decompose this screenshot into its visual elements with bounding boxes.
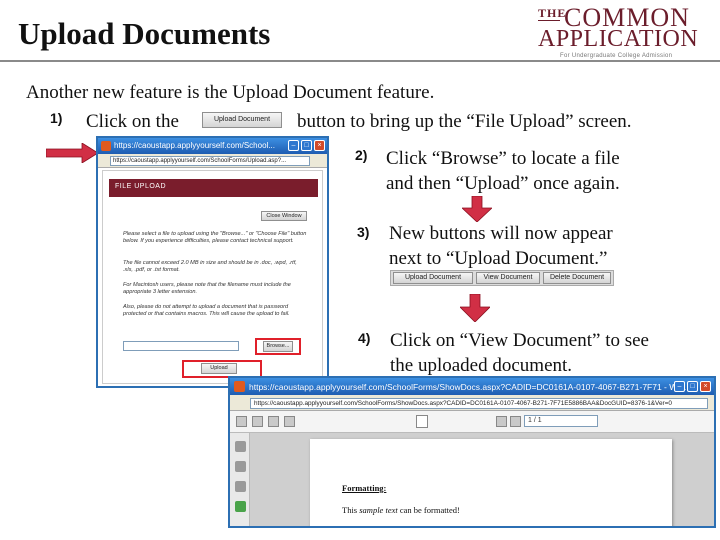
close-icon-2[interactable]: × xyxy=(700,381,711,392)
address-field-2[interactable]: https://caoustapp.applyyourself.com/Scho… xyxy=(250,398,708,409)
step4-line1: Click on “View Document” to see xyxy=(390,330,649,351)
view-document-window: https://caoustapp.applyyourself.com/Scho… xyxy=(228,376,716,528)
delete-document-button[interactable]: Delete Document xyxy=(543,272,611,284)
file-upload-window: https://caoustapp.applyyourself.com/Scho… xyxy=(96,136,329,388)
step3-line2: next to “Upload Document.” xyxy=(389,248,608,269)
document-heading: Formatting: xyxy=(342,483,387,493)
page-number-input[interactable]: 1 / 1 xyxy=(524,415,598,427)
document-text: This sample text can be formatted! xyxy=(342,505,460,515)
email-icon[interactable] xyxy=(268,416,279,427)
layers-icon[interactable] xyxy=(235,501,246,512)
common-app-logo: THE COMMON APPLICATION For Undergraduate… xyxy=(536,3,716,61)
upload-document-button-2[interactable]: Upload Document xyxy=(393,272,473,284)
pdf-sidebar xyxy=(230,433,250,526)
upload-password-note: Also, please do not attempt to upload a … xyxy=(123,304,290,317)
arrow-down-icon xyxy=(462,196,492,222)
step2-line2: and then “Upload” once again. xyxy=(386,173,620,194)
document-text-start: This xyxy=(342,505,360,515)
logo-the: THE xyxy=(538,6,567,20)
attachments-icon[interactable] xyxy=(235,461,246,472)
document-viewport: Formatting: This sample text can be form… xyxy=(250,433,714,526)
previous-page-icon[interactable] xyxy=(496,416,507,427)
window-title: https://caoustapp.applyyourself.com/Scho… xyxy=(114,141,275,150)
file-upload-header: FILE UPLOAD xyxy=(109,179,318,197)
pdf-toolbar: 1 / 1 xyxy=(230,411,714,433)
logo-rule xyxy=(538,20,560,21)
minimize-icon-2[interactable]: – xyxy=(674,381,685,392)
upload-document-button[interactable]: Upload Document xyxy=(202,112,282,128)
close-icon[interactable]: × xyxy=(314,140,325,151)
step3-line1: New buttons will now appear xyxy=(389,223,613,244)
arrow-right-icon xyxy=(46,143,98,163)
minimize-icon[interactable]: – xyxy=(288,140,299,151)
address-bar-2: https://caoustapp.applyyourself.com/Scho… xyxy=(230,395,714,411)
address-field[interactable]: https://caoustapp.applyyourself.com/Scho… xyxy=(110,156,310,166)
signatures-icon[interactable] xyxy=(235,481,246,492)
document-text-italic: sample text xyxy=(359,505,398,515)
upload-mac-note: For Macintosh users, please note that th… xyxy=(123,282,291,295)
window-titlebar-2: https://caoustapp.applyyourself.com/Scho… xyxy=(230,378,714,395)
print-icon[interactable] xyxy=(252,416,263,427)
browse-highlight xyxy=(255,338,301,355)
document-page: Formatting: This sample text can be form… xyxy=(310,439,672,526)
browser-favicon-icon-2 xyxy=(234,381,245,392)
upload-size-note: The file cannot exceed 2.0 MB in size an… xyxy=(123,260,297,273)
page-icon[interactable] xyxy=(416,415,428,428)
window-titlebar: https://caoustapp.applyyourself.com/Scho… xyxy=(98,138,327,154)
view-document-button[interactable]: View Document xyxy=(476,272,540,284)
window-title-2: https://caoustapp.applyyourself.com/Scho… xyxy=(249,382,687,392)
step2-number: 2) xyxy=(355,147,368,163)
close-window-button[interactable]: Close Window xyxy=(261,211,307,221)
step3-number: 3) xyxy=(357,224,370,240)
step1-number: 1) xyxy=(50,110,63,126)
maximize-icon-2[interactable]: □ xyxy=(687,381,698,392)
pages-icon[interactable] xyxy=(235,441,246,452)
document-button-row: Upload Document View Document Delete Doc… xyxy=(390,270,614,286)
address-bar: https://caoustapp.applyyourself.com/Scho… xyxy=(98,154,327,168)
next-page-icon[interactable] xyxy=(510,416,521,427)
document-text-end: can be formatted! xyxy=(397,505,460,515)
intro-text: Another new feature is the Upload Docume… xyxy=(26,82,435,103)
upload-instructions: Please select a file to upload using the… xyxy=(123,231,307,244)
file-upload-heading: FILE UPLOAD xyxy=(115,183,167,190)
arrow-down-icon-2 xyxy=(460,294,490,322)
step1-text-before: Click on the xyxy=(86,111,179,132)
page-title: Upload Documents xyxy=(18,16,271,51)
file-path-input[interactable] xyxy=(123,341,239,351)
step2-line1: Click “Browse” to locate a file xyxy=(386,148,620,169)
step1-text-after: button to bring up the “File Upload” scr… xyxy=(297,111,632,132)
logo-application: APPLICATION xyxy=(538,26,699,52)
save-icon[interactable] xyxy=(236,416,247,427)
maximize-icon[interactable]: □ xyxy=(301,140,312,151)
logo-tagline: For Undergraduate College Admission xyxy=(560,53,673,59)
step4-number: 4) xyxy=(358,330,371,346)
search-icon[interactable] xyxy=(284,416,295,427)
browser-favicon-icon xyxy=(101,141,111,151)
